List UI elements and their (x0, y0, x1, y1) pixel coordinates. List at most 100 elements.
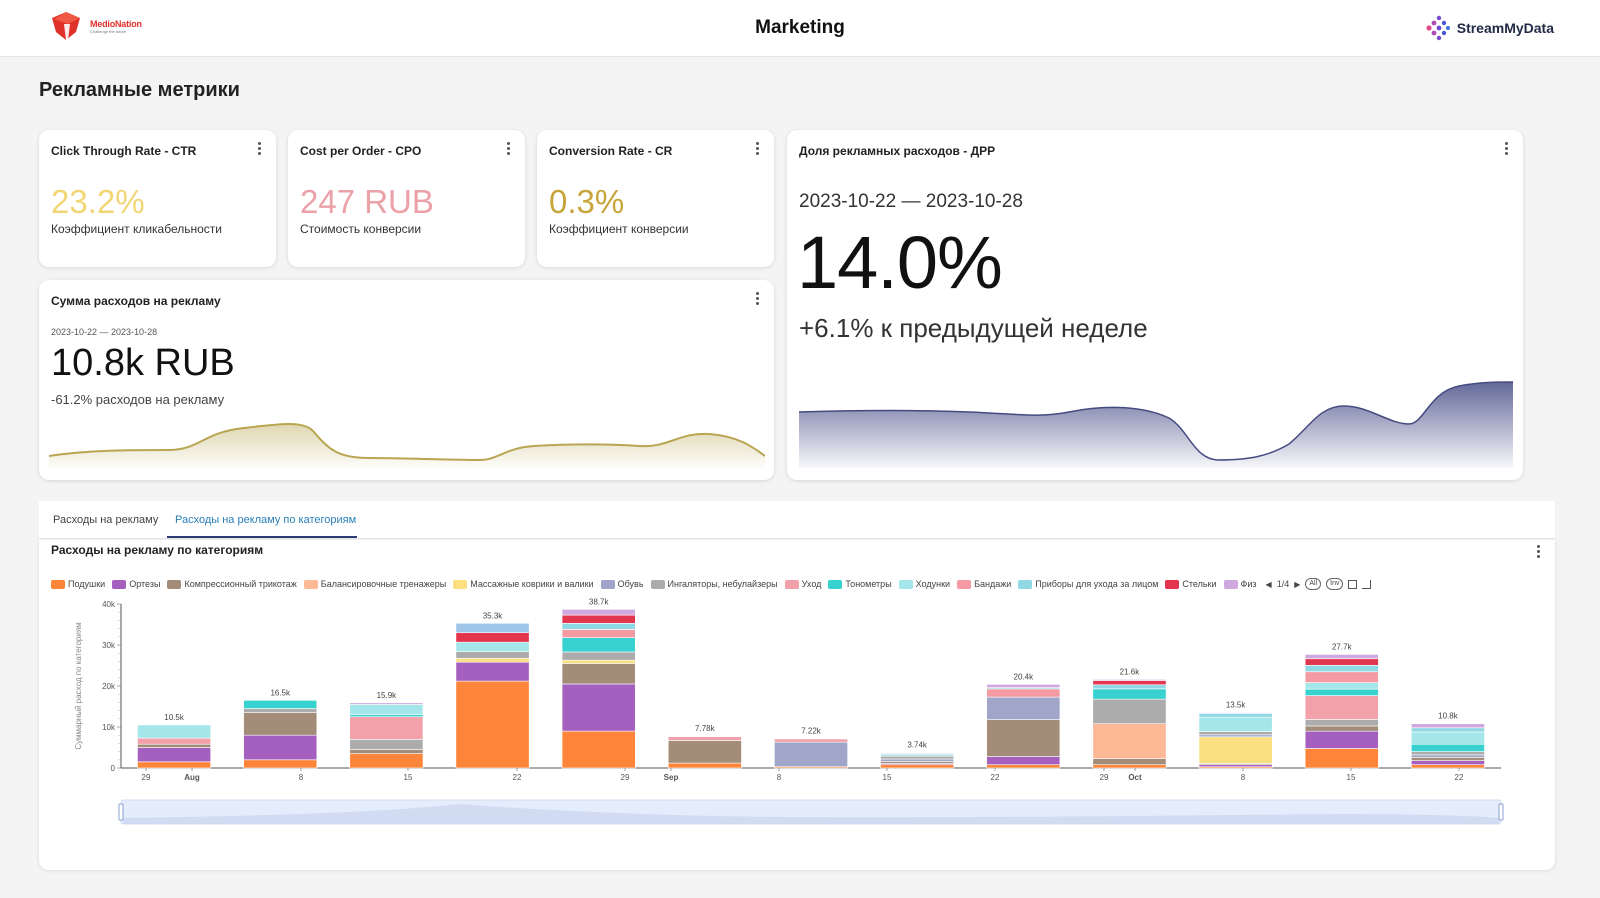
cpo-card: Cost per Order - CPO 247 RUB Стоимость к… (288, 130, 525, 267)
bar-segment (880, 764, 955, 769)
legend-label: Ортезы (129, 579, 161, 589)
bar-segment (1411, 757, 1485, 761)
bar-segment (455, 661, 530, 682)
bar-segment (986, 684, 1061, 688)
bar-segment (561, 683, 636, 732)
bar-segment (1304, 671, 1379, 683)
legend-item[interactable]: Ходунки (898, 579, 950, 589)
legend-item[interactable]: Стельки (1165, 579, 1217, 589)
bar-segment (667, 735, 742, 737)
cr-value: 0.3% (549, 183, 625, 220)
bar-segment (561, 614, 636, 624)
bar-segment (561, 730, 636, 769)
ad-spend-menu-icon[interactable] (755, 292, 759, 305)
legend-controls: ◀ 1/4 ▶ All Inv (1266, 578, 1372, 590)
y-tick-label: 20k (102, 682, 116, 691)
tab-ad-spend[interactable]: Расходы на рекламу (53, 514, 158, 526)
legend-item[interactable]: Обувь (600, 579, 644, 589)
legend-item[interactable]: Бандажи (957, 579, 1011, 589)
legend-swatch (784, 579, 799, 589)
bar-segment (455, 632, 530, 643)
zoom-handle-right (1498, 803, 1504, 821)
cpo-card-title: Cost per Order - CPO (300, 144, 422, 158)
legend-prev-icon[interactable]: ◀ (1266, 580, 1272, 589)
bar-total-label: 15.9k (377, 691, 398, 700)
y-tick-label: 40k (102, 600, 116, 609)
bar-segment (1198, 736, 1273, 764)
ctr-card-menu-icon[interactable] (257, 142, 261, 155)
x-tick-label: Aug (184, 773, 200, 782)
legend-swatch (51, 579, 65, 589)
cr-card-menu-icon[interactable] (755, 142, 759, 155)
bar-segment (1198, 734, 1273, 738)
ad-spend-value: 10.8k RUB (51, 342, 235, 384)
legend-item[interactable]: Физ (1223, 579, 1257, 589)
legend-swatch (453, 579, 468, 589)
bar-total-label: 35.3k (483, 611, 504, 620)
legend-swatch (1018, 579, 1033, 589)
bar-segment (561, 659, 636, 664)
bar-segment (1092, 679, 1167, 681)
cpo-card-menu-icon[interactable] (506, 142, 510, 155)
bar-segment (455, 658, 530, 663)
bar-segment (880, 752, 955, 754)
bar-segment (455, 641, 530, 652)
drr-period: 2023-10-22 — 2023-10-28 (799, 191, 1023, 212)
legend-item[interactable]: Подушки (51, 579, 105, 589)
drr-sparkline (799, 381, 1513, 468)
bar-segment (1198, 716, 1273, 732)
legend-item[interactable]: Тонометры (828, 579, 892, 589)
legend-label: Подушки (68, 579, 106, 589)
legend-item[interactable]: Приборы для ухода за лицом (1018, 579, 1158, 589)
streammydata-logo-icon (1426, 15, 1450, 41)
bar-segment (349, 714, 424, 718)
chart-title: Расходы на рекламу по категориям (51, 543, 264, 557)
tab-ad-spend-by-category[interactable]: Расходы на рекламу по категориям (175, 514, 356, 526)
bar-segment (986, 764, 1061, 769)
legend-label: Стельки (1182, 579, 1217, 589)
bar-segment (349, 704, 424, 715)
legend-label: Балансировочные тренажеры (320, 579, 447, 589)
bar-segment (243, 700, 318, 709)
bar-segment (1092, 723, 1167, 759)
drr-menu-icon[interactable] (1504, 142, 1508, 155)
legend-item[interactable]: Ингаляторы, небулайзеры (650, 579, 778, 589)
bar-segment (667, 736, 742, 741)
bar-segment (880, 755, 955, 760)
bar-segment (1411, 754, 1485, 758)
drr-card: Доля рекламных расходов - ДРР 2023-10-22… (787, 130, 1523, 480)
legend-item[interactable]: Балансировочные тренажеры (303, 579, 447, 589)
legend-label: Приборы для ухода за лицом (1035, 579, 1159, 589)
category-spend-chart-card: Расходы на рекламу по категориям Подушки… (39, 540, 1555, 870)
legend-item[interactable]: Ортезы (112, 579, 160, 589)
legend-all-button[interactable]: All (1305, 578, 1322, 590)
legend-swatch (898, 579, 913, 589)
cr-card: Conversion Rate - CR 0.3% Коэффициент ко… (537, 130, 774, 267)
x-tick-label: Sep (664, 773, 679, 782)
bar-total-label: 27.7k (1332, 642, 1353, 651)
legend-label: Бандажи (974, 579, 1012, 589)
legend-label: Массажные коврики и валики (470, 579, 594, 589)
legend-item[interactable]: Компрессионный трикотаж (167, 579, 297, 589)
select-box-icon[interactable] (1348, 579, 1358, 589)
legend-next-icon[interactable]: ▶ (1294, 580, 1300, 589)
ad-spend-period: 2023-10-22 — 2023-10-28 (51, 327, 158, 337)
x-tick-label: 29 (1100, 773, 1109, 782)
bar-segment (561, 629, 636, 638)
drr-change: +6.1% к предыдущей неделе (799, 313, 1148, 343)
active-tab-indicator (167, 536, 357, 538)
legend-item[interactable]: Массажные коврики и валики (453, 579, 594, 589)
streammydata-logo[interactable]: StreamMyData (1421, 13, 1554, 43)
bar-segment (455, 680, 530, 769)
chart-menu-icon[interactable] (1536, 545, 1540, 558)
legend-inverse-button[interactable]: Inv (1326, 578, 1344, 590)
bar-segment (137, 724, 212, 739)
drr-value: 14.0% (797, 221, 1003, 304)
legend-item[interactable]: Уход (784, 579, 821, 589)
crop-icon[interactable] (1362, 579, 1372, 589)
bar-total-label: 20.4k (1014, 672, 1035, 681)
bar-segment (137, 743, 212, 748)
legend-label: Компрессионный трикотаж (184, 579, 297, 589)
bar-segment (349, 749, 424, 754)
x-tick-label: 15 (404, 773, 413, 782)
